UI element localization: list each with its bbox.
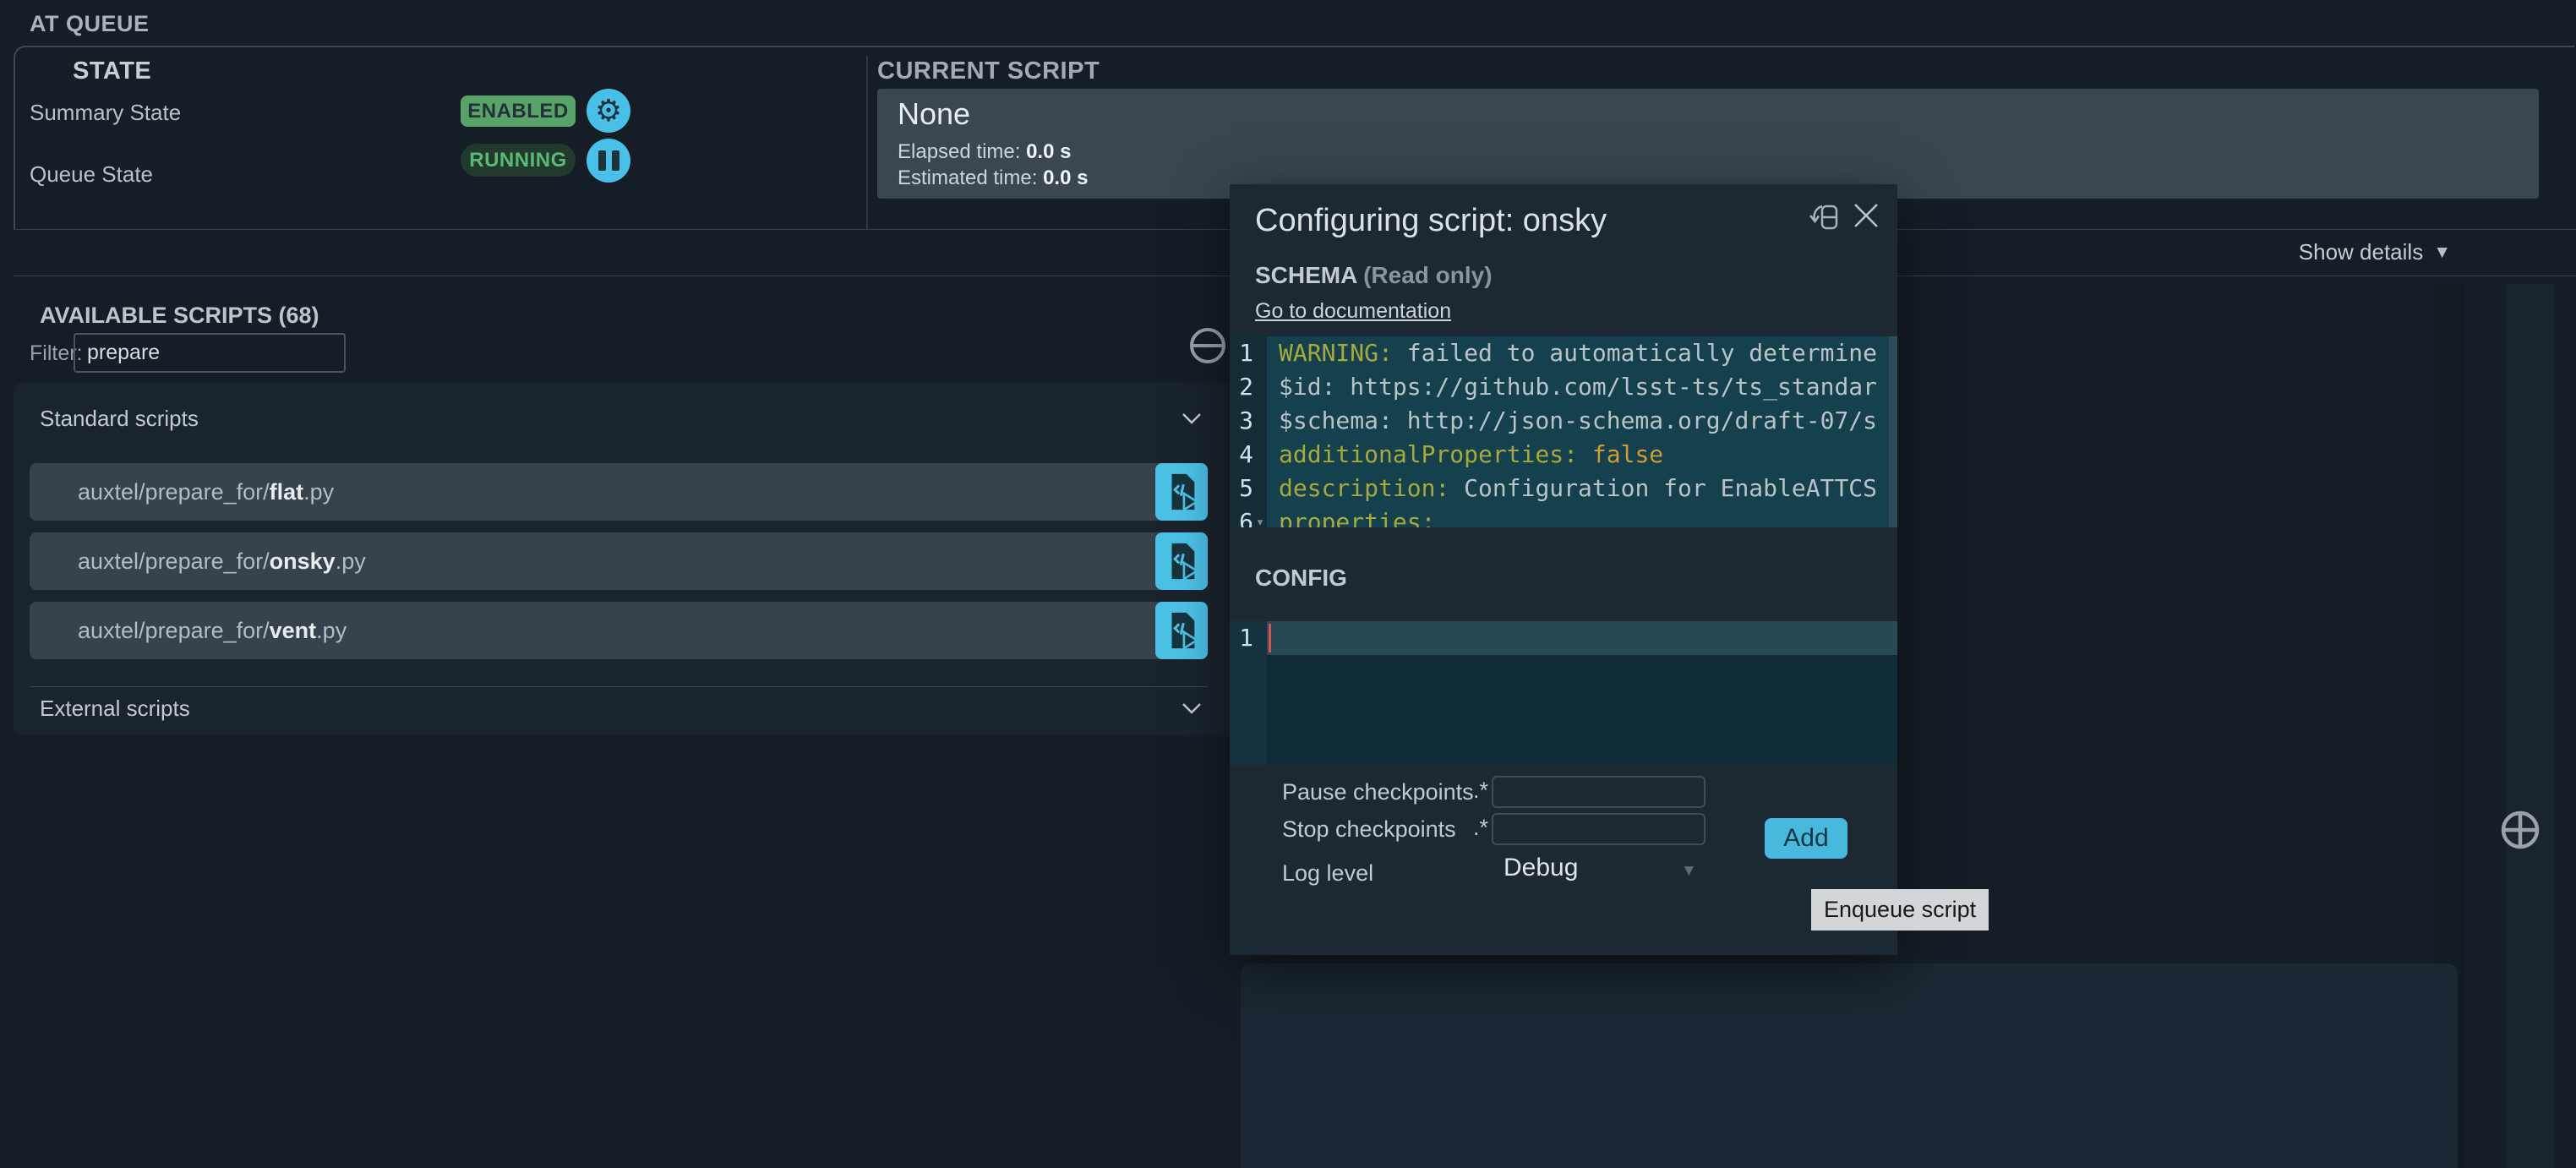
schema-editor[interactable]: 123456▾ WARNING: failed to automatically… (1230, 336, 1897, 527)
queue-column-stripe (2507, 284, 2554, 1168)
pause-checkpoints-label: Pause checkpoints (1282, 779, 1474, 805)
log-level-select[interactable]: Debug (1504, 854, 1578, 882)
script-path: auxtel/prepare_for/flat.py (78, 463, 334, 521)
schema-line-numbers: 123456▾ (1230, 336, 1267, 527)
enqueue-script-tooltip: Enqueue script (1811, 889, 1989, 931)
schema-heading: SCHEMA (Read only) (1255, 262, 1493, 289)
script-row[interactable]: auxtel/prepare_for/vent.py (30, 602, 1208, 659)
config-heading: CONFIG (1255, 565, 1347, 592)
summary-state-label: Summary State (30, 100, 181, 126)
rotate-layout-button[interactable] (1807, 198, 1842, 239)
pause-icon (598, 150, 619, 171)
queue-state-badge: RUNNING (461, 144, 576, 177)
queue-bottom-panel (1241, 963, 2458, 1168)
stop-checkpoints-input[interactable] (1492, 813, 1706, 845)
script-path: auxtel/prepare_for/vent.py (78, 602, 347, 659)
config-line-numbers: 1 (1230, 621, 1267, 765)
code-line: additionalProperties: false (1267, 438, 1897, 472)
launch-script-icon (1162, 540, 1201, 582)
close-icon (1853, 202, 1880, 229)
code-line: $id: https://github.com/lsst-ts/ts_stand… (1267, 370, 1897, 404)
schema-code: WARNING: failed to automatically determi… (1267, 336, 1897, 527)
summary-state-settings-button[interactable]: ⚙ (587, 89, 630, 133)
schema-scrollbar[interactable] (1889, 336, 1897, 527)
text-cursor (1269, 624, 1271, 652)
modal-title: Configuring script: onsky (1255, 203, 1607, 239)
page-title: AT QUEUE (30, 11, 150, 37)
line-number: 1 (1230, 621, 1267, 655)
stop-checkpoints-default: .* (1473, 815, 1488, 841)
summary-state-badge: ENABLED (461, 96, 576, 127)
add-button[interactable]: Add (1765, 818, 1847, 859)
current-script-name: None (898, 96, 970, 132)
chevron-down-icon: ▼ (2433, 243, 2451, 263)
code-line: $schema: http://json-schema.org/draft-07… (1267, 404, 1897, 438)
documentation-link[interactable]: Go to documentation (1255, 299, 1451, 324)
chevron-down-icon (1182, 412, 1202, 425)
standard-scripts-label: Standard scripts (40, 406, 199, 432)
configure-script-modal: Configuring script: onsky SCHEMA (Read o… (1230, 184, 1897, 955)
code-line: WARNING: failed to automatically determi… (1267, 336, 1897, 370)
queue-state-label: Queue State (30, 161, 153, 188)
show-details-toggle[interactable]: Show details▼ (2299, 239, 2451, 265)
code-line (1267, 621, 1897, 655)
current-script-card (877, 89, 2539, 199)
filter-input[interactable] (74, 333, 346, 373)
gear-icon: ⚙ (595, 96, 622, 126)
code-line: description: Configuration for EnableATT… (1267, 472, 1897, 505)
circle-minus-icon (1188, 326, 1227, 365)
elapsed-time: Elapsed time: 0.0 s (898, 140, 1071, 164)
script-row[interactable]: auxtel/prepare_for/flat.py (30, 463, 1208, 521)
line-number: 5 (1230, 472, 1267, 505)
state-heading: STATE (73, 57, 151, 85)
line-number: 4 (1230, 438, 1267, 472)
pause-checkpoints-default: .* (1473, 778, 1488, 804)
close-modal-button[interactable] (1853, 202, 1880, 233)
line-number: 1 (1230, 336, 1267, 370)
collapse-panel-button[interactable] (1188, 326, 1227, 369)
line-number: 3 (1230, 404, 1267, 438)
script-path: auxtel/prepare_for/onsky.py (78, 532, 366, 590)
external-scripts-label: External scripts (40, 696, 190, 722)
select-arrow-icon[interactable]: ▼ (1681, 862, 1697, 881)
line-number: 2 (1230, 370, 1267, 404)
config-code (1267, 621, 1897, 655)
pause-queue-button[interactable] (587, 139, 630, 183)
expand-panel-button[interactable] (2500, 810, 2541, 854)
line-number: 6▾ (1230, 505, 1267, 527)
available-scripts-panel: Standard scripts auxtel/prepare_for/flat… (14, 383, 1236, 736)
state-divider (866, 56, 868, 230)
script-row[interactable]: auxtel/prepare_for/onsky.py (30, 532, 1208, 590)
fold-icon: ▾ (1253, 505, 1267, 527)
launch-script-icon (1162, 471, 1201, 513)
standard-scripts-group-header[interactable]: Standard scripts (40, 401, 1202, 435)
chevron-down-icon (1182, 702, 1202, 715)
launch-script-button[interactable] (1155, 602, 1208, 659)
divider (30, 686, 1208, 687)
log-level-label: Log level (1282, 860, 1373, 887)
launch-script-button[interactable] (1155, 463, 1208, 521)
config-editor[interactable]: 1 (1230, 621, 1897, 765)
launch-script-button[interactable] (1155, 532, 1208, 590)
available-scripts-heading: AVAILABLE SCRIPTS (68) (40, 303, 319, 329)
rotate-orientation-icon (1807, 198, 1842, 235)
current-script-heading: CURRENT SCRIPT (877, 57, 1100, 85)
estimated-time: Estimated time: 0.0 s (898, 166, 1088, 190)
stop-checkpoints-label: Stop checkpoints (1282, 816, 1456, 843)
external-scripts-group-header[interactable]: External scripts (40, 691, 1202, 725)
pause-checkpoints-input[interactable] (1492, 776, 1706, 808)
launch-script-icon (1162, 609, 1201, 652)
circle-plus-icon (2500, 810, 2541, 850)
code-line: properties: (1267, 505, 1897, 527)
